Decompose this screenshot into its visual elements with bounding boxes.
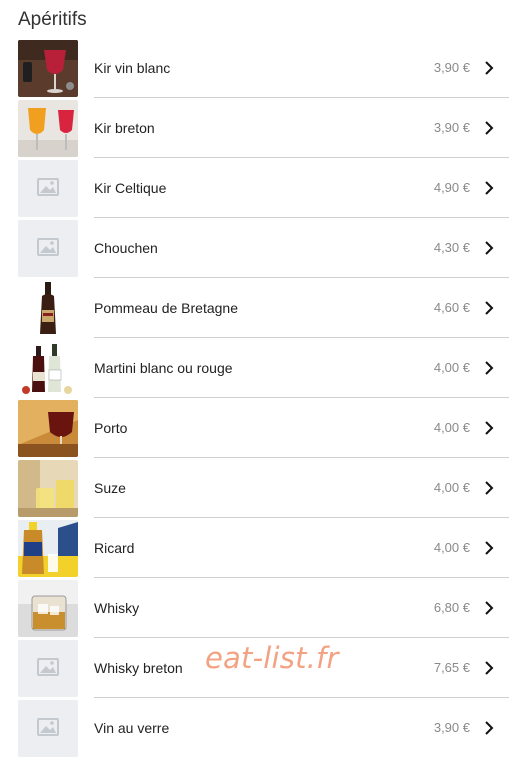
menu-item-vin-au-verre[interactable]: Vin au verre 3,90 € <box>18 698 509 758</box>
chevron-right-icon <box>485 541 494 555</box>
chevron-right-icon <box>485 181 494 195</box>
placeholder-image-icon <box>18 160 78 217</box>
item-name: Whisky breton <box>94 660 183 676</box>
chevron-right-icon <box>485 301 494 315</box>
chevron-right-icon <box>485 241 494 255</box>
placeholder-image-icon <box>18 220 78 277</box>
item-price: 4,00 € <box>433 540 470 555</box>
item-name: Porto <box>94 420 128 436</box>
item-price: 4,30 € <box>433 240 470 255</box>
martini-bottles-photo <box>18 340 78 397</box>
chevron-right-icon <box>485 481 494 495</box>
item-name: Kir Celtique <box>94 180 167 196</box>
menu-item-ricard[interactable]: Ricard 4,00 € <box>18 518 509 578</box>
item-name: Vin au verre <box>94 720 170 736</box>
watermark: eat-list.fr <box>205 641 339 675</box>
item-name: Whisky <box>94 600 140 616</box>
item-price: 4,90 € <box>433 180 470 195</box>
item-name: Kir breton <box>94 120 155 136</box>
item-name: Ricard <box>94 540 135 556</box>
placeholder-image-icon <box>18 700 78 757</box>
menu-item-kir-celtique[interactable]: Kir Celtique 4,90 € <box>18 158 509 218</box>
section-title: Apéritifs <box>18 9 87 30</box>
chevron-right-icon <box>485 121 494 135</box>
placeholder-image-icon <box>18 640 78 697</box>
chevron-right-icon <box>485 661 494 675</box>
item-price: 3,90 € <box>433 120 470 135</box>
menu-item-kir-vin-blanc[interactable]: Kir vin blanc 3,90 € <box>18 38 509 98</box>
menu-item-chouchen[interactable]: Chouchen 4,30 € <box>18 218 509 278</box>
item-name: Chouchen <box>94 240 158 256</box>
item-price: 3,90 € <box>433 720 470 735</box>
chevron-right-icon <box>485 721 494 735</box>
suze-glasses-photo <box>18 460 78 517</box>
pommeau-bottle-photo <box>18 280 78 337</box>
chevron-right-icon <box>485 61 494 75</box>
menu-item-martini-blanc-ou-rouge[interactable]: Martini blanc ou rouge 4,00 € <box>18 338 509 398</box>
item-price: 4,00 € <box>433 420 470 435</box>
item-price: 6,80 € <box>433 600 470 615</box>
whisky-glass-photo <box>18 580 78 637</box>
menu-item-pommeau-de-bretagne[interactable]: Pommeau de Bretagne 4,60 € <box>18 278 509 338</box>
item-price: 7,65 € <box>433 660 470 675</box>
menu-item-suze[interactable]: Suze 4,00 € <box>18 458 509 518</box>
item-price: 4,60 € <box>433 300 470 315</box>
item-name: Martini blanc ou rouge <box>94 360 233 376</box>
menu-item-porto[interactable]: Porto 4,00 € <box>18 398 509 458</box>
kir-breton-photo <box>18 100 78 157</box>
kir-vin-blanc-photo <box>18 40 78 97</box>
item-price: 3,90 € <box>433 60 470 75</box>
menu-item-kir-breton[interactable]: Kir breton 3,90 € <box>18 98 509 158</box>
item-name: Kir vin blanc <box>94 60 171 76</box>
item-price: 4,00 € <box>433 360 470 375</box>
menu-item-whisky[interactable]: Whisky 6,80 € <box>18 578 509 638</box>
chevron-right-icon <box>485 361 494 375</box>
chevron-right-icon <box>485 421 494 435</box>
porto-glass-photo <box>18 400 78 457</box>
item-name: Pommeau de Bretagne <box>94 300 238 316</box>
item-price: 4,00 € <box>433 480 470 495</box>
item-name: Suze <box>94 480 126 496</box>
ricard-bottle-photo <box>18 520 78 577</box>
chevron-right-icon <box>485 601 494 615</box>
